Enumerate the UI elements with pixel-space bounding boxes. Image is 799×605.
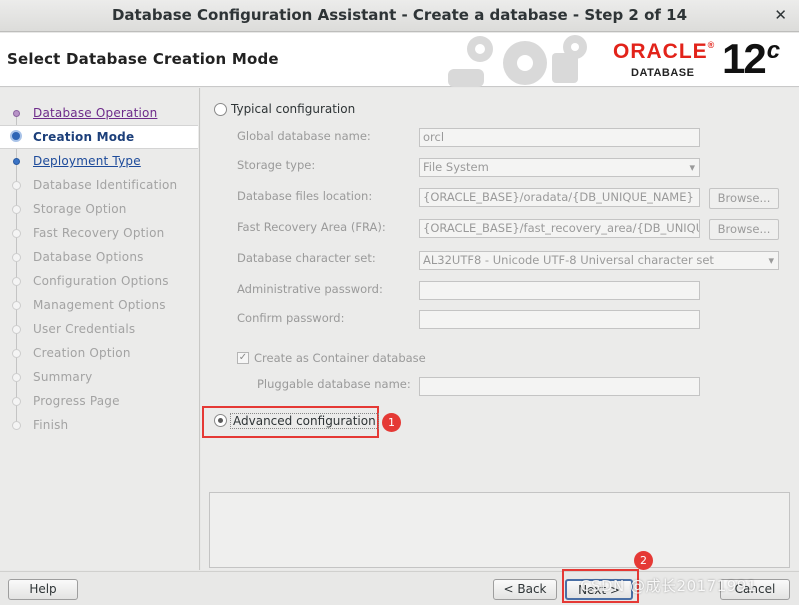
close-icon[interactable]: ✕ [774,0,787,31]
nav-step-summary: Summary [0,366,198,388]
advanced-configuration-label[interactable]: Advanced configuration [230,413,379,429]
nav-step-finish: Finish [0,414,198,436]
nav-step-database-options: Database Options [0,246,198,268]
advanced-configuration-radio[interactable] [214,414,227,427]
nav-step-progress-page: Progress Page [0,390,198,412]
step-pending-icon [12,373,21,382]
fra-label: Fast Recovery Area (FRA): [237,220,386,234]
page-title: Select Database Creation Mode [7,50,279,68]
confirm-password-input[interactable] [419,310,700,329]
gears-decoration-icon [448,35,587,87]
step-pending-icon [12,421,21,430]
pluggable-db-input[interactable] [419,377,700,396]
oracle-version-logo: 12c [722,35,781,82]
oracle-database-label: DATABASE [631,67,695,79]
global-db-name-label: Global database name: [237,129,371,143]
storage-type-select[interactable]: File System [419,158,700,177]
annotation-marker-1: 1 [382,413,401,432]
storage-type-label: Storage type: [237,158,316,172]
watermark: CSDN @成长20171991 [580,577,757,595]
nav-step-creation-mode[interactable]: Creation Mode [0,125,198,149]
nav-step-fast-recovery-option: Fast Recovery Option [0,222,198,244]
nav-step-creation-option: Creation Option [0,342,198,364]
global-db-name-input[interactable]: orcl [419,128,700,147]
step-done-icon [13,110,20,117]
typical-configuration-radio[interactable] [214,103,227,116]
nav-step-configuration-options: Configuration Options [0,270,198,292]
window-title: Database Configuration Assistant - Creat… [111,6,688,24]
step-pending-icon [12,253,21,262]
step-pending-icon [12,349,21,358]
back-button[interactable]: < Back [493,579,557,600]
window-title-bar: Database Configuration Assistant - Creat… [0,0,799,32]
confirm-password-label: Confirm password: [237,311,345,325]
oracle-logo: ORACLE® [613,40,716,63]
nav-step-database-operation[interactable]: Database Operation [0,102,198,124]
annotation-marker-2: 2 [634,551,653,570]
nav-step-deployment-type[interactable]: Deployment Type [0,150,198,172]
step-pending-icon [12,205,21,214]
fra-browse-button[interactable]: Browse... [709,219,779,240]
container-db-label: Create as Container database [254,351,426,365]
step-pending-icon [12,397,21,406]
step-pending-icon [12,277,21,286]
message-area [209,492,790,568]
step-pending-icon [12,229,21,238]
charset-select[interactable]: AL32UTF8 - Unicode UTF-8 Universal chara… [419,251,779,270]
nav-step-database-identification: Database Identification [0,174,198,196]
db-files-location-input[interactable]: {ORACLE_BASE}/oradata/{DB_UNIQUE_NAME} [419,188,700,207]
container-db-checkbox[interactable]: ✓ [237,352,249,364]
step-pending-icon [12,181,21,190]
wizard-step-nav: Database Operation Creation Mode Deploym… [0,88,200,570]
help-button[interactable]: Help [8,579,78,600]
admin-password-label: Administrative password: [237,282,383,296]
step-pending-icon [12,325,21,334]
nav-step-user-credentials: User Credentials [0,318,198,340]
step-link-icon [13,158,20,165]
fra-input[interactable]: {ORACLE_BASE}/fast_recovery_area/{DB_UNI… [419,219,700,238]
typical-configuration-label[interactable]: Typical configuration [231,102,355,116]
db-files-browse-button[interactable]: Browse... [709,188,779,209]
step-current-icon [10,130,22,142]
wizard-header: Select Database Creation Mode ORACLE® DA… [0,33,799,87]
db-files-location-label: Database files location: [237,189,373,203]
pluggable-db-label: Pluggable database name: [257,377,411,391]
charset-label: Database character set: [237,251,376,265]
step-pending-icon [12,301,21,310]
nav-step-management-options: Management Options [0,294,198,316]
nav-step-storage-option: Storage Option [0,198,198,220]
admin-password-input[interactable] [419,281,700,300]
